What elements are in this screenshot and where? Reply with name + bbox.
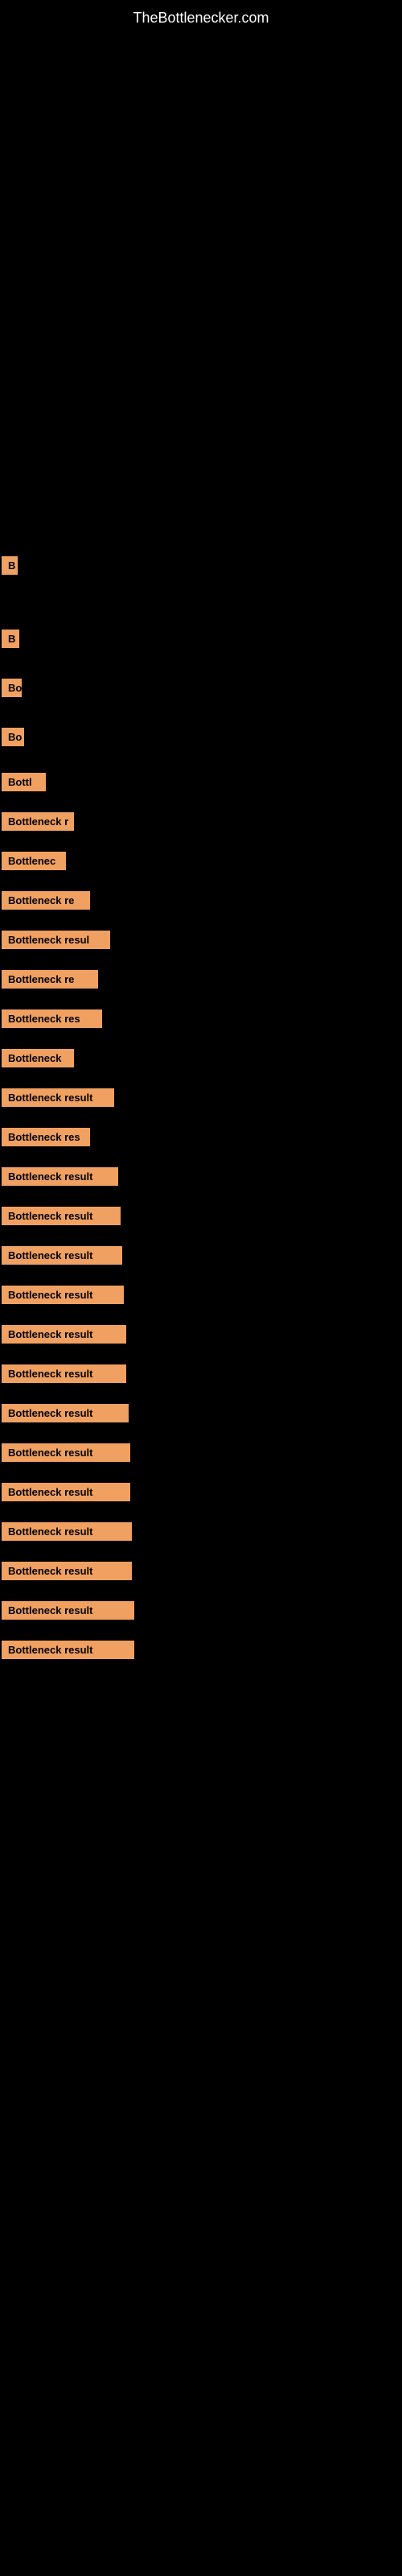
bar-label: Bottleneck result <box>8 1644 92 1656</box>
bars-container: B B Bo Bo Bottl Bottleneck r Bottlenec Bottlene… <box>0 33 402 1664</box>
bottleneck-bar: Bottlenec <box>2 852 66 870</box>
bar-row: Bottlenec <box>0 837 402 875</box>
bar-row: Bottleneck result <box>0 1311 402 1348</box>
bar-row: Bottleneck result <box>0 1074 402 1112</box>
bottleneck-bar: Bottleneck result <box>2 1404 129 1422</box>
bottleneck-bar: Bottleneck result <box>2 1641 134 1659</box>
bar-label: Bottleneck result <box>8 1604 92 1616</box>
bar-row: Bottleneck result <box>0 1153 402 1191</box>
bar-row: Bottleneck re <box>0 956 402 993</box>
bar-label: Bottleneck result <box>8 1407 92 1419</box>
bar-row: Bottleneck result <box>0 1508 402 1546</box>
bar-label: Bottleneck result <box>8 1486 92 1498</box>
bottleneck-bar: Bottleneck result <box>2 1443 130 1462</box>
bottleneck-bar: Bottleneck result <box>2 1167 118 1186</box>
bar-row: Bottleneck r <box>0 798 402 836</box>
bottleneck-bar: Bottleneck result <box>2 1562 132 1580</box>
bar-label: Bottleneck result <box>8 1447 92 1459</box>
bar-row: Bo <box>0 704 402 751</box>
bottleneck-bar: Bottl <box>2 773 46 791</box>
bottleneck-bar: Bo <box>2 728 24 746</box>
bottleneck-bar: Bottleneck re <box>2 970 98 989</box>
bottleneck-bar: Bottleneck result <box>2 1286 124 1304</box>
bottleneck-bar: Bo <box>2 679 22 697</box>
bar-label: Bottleneck res <box>8 1131 80 1143</box>
bar-row: Bottleneck resul <box>0 916 402 954</box>
bar-row: Bottleneck result <box>0 1429 402 1467</box>
bar-row: Bottleneck result <box>0 1192 402 1230</box>
bar-row: Bottleneck result <box>0 1468 402 1506</box>
bar-label: Bottleneck res <box>8 1013 80 1025</box>
bar-label: Bottleneck result <box>8 1249 92 1261</box>
bottleneck-bar: B <box>2 556 18 575</box>
bottleneck-bar: B <box>2 630 19 648</box>
bottleneck-bar: Bottleneck result <box>2 1207 121 1225</box>
bottleneck-bar: Bottleneck result <box>2 1522 132 1541</box>
bar-row: Bottleneck res <box>0 995 402 1033</box>
bar-label: Bottleneck result <box>8 1328 92 1340</box>
bottleneck-bar: Bottleneck r <box>2 812 74 831</box>
bar-row: Bo <box>0 654 402 702</box>
bottleneck-bar: Bottleneck re <box>2 891 90 910</box>
bar-label: Bottleneck result <box>8 1368 92 1380</box>
bar-label: Bottleneck result <box>8 1170 92 1183</box>
bar-label: B <box>8 559 15 572</box>
bar-row: B <box>0 33 402 580</box>
bottleneck-bar: Bottleneck result <box>2 1601 134 1620</box>
bar-row: Bottleneck res <box>0 1113 402 1151</box>
bottleneck-bar: Bottleneck resul <box>2 931 110 949</box>
bar-row: Bottleneck result <box>0 1232 402 1269</box>
bar-label: Bottleneck result <box>8 1210 92 1222</box>
bar-label: Bottleneck resul <box>8 934 89 946</box>
bar-row: Bottleneck result <box>0 1587 402 1624</box>
bar-row: Bottleneck result <box>0 1350 402 1388</box>
bar-label: Bottleneck result <box>8 1565 92 1577</box>
bottleneck-bar: Bottleneck result <box>2 1483 130 1501</box>
bar-label: Bottleneck re <box>8 973 74 985</box>
bottleneck-bar: Bottleneck result <box>2 1088 114 1107</box>
bar-label: Bottleneck <box>8 1052 61 1064</box>
bar-row: Bottleneck result <box>0 1547 402 1585</box>
bar-label: Bottleneck r <box>8 815 68 828</box>
main-container: TheBottlenecker.com B B Bo Bo Bottl Bottlenec… <box>0 0 402 1698</box>
bar-row: Bottleneck result <box>0 1271 402 1309</box>
bar-row: B <box>0 581 402 653</box>
bar-label: Bo <box>8 682 22 694</box>
bottleneck-bar: Bottleneck result <box>2 1246 122 1265</box>
bar-row: Bottleneck result <box>0 1389 402 1427</box>
bar-row: Bottleneck re <box>0 877 402 914</box>
bar-label: Bottlenec <box>8 855 55 867</box>
bottleneck-bar: Bottleneck res <box>2 1009 102 1028</box>
bar-label: B <box>8 633 15 645</box>
bar-row: Bottleneck <box>0 1034 402 1072</box>
bar-label: Bottleneck result <box>8 1092 92 1104</box>
bottleneck-bar: Bottleneck res <box>2 1128 90 1146</box>
bar-label: Bottl <box>8 776 32 788</box>
bottleneck-bar: Bottleneck result <box>2 1325 126 1344</box>
bar-label: Bottleneck result <box>8 1289 92 1301</box>
bottleneck-bar: Bottleneck result <box>2 1364 126 1383</box>
bar-label: Bottleneck result <box>8 1525 92 1538</box>
site-title: TheBottlenecker.com <box>0 0 402 33</box>
bar-label: Bo <box>8 731 22 743</box>
bottleneck-bar: Bottleneck <box>2 1049 74 1067</box>
bar-row: Bottl <box>0 753 402 796</box>
bar-label: Bottleneck re <box>8 894 74 906</box>
bar-row: Bottleneck result <box>0 1626 402 1664</box>
